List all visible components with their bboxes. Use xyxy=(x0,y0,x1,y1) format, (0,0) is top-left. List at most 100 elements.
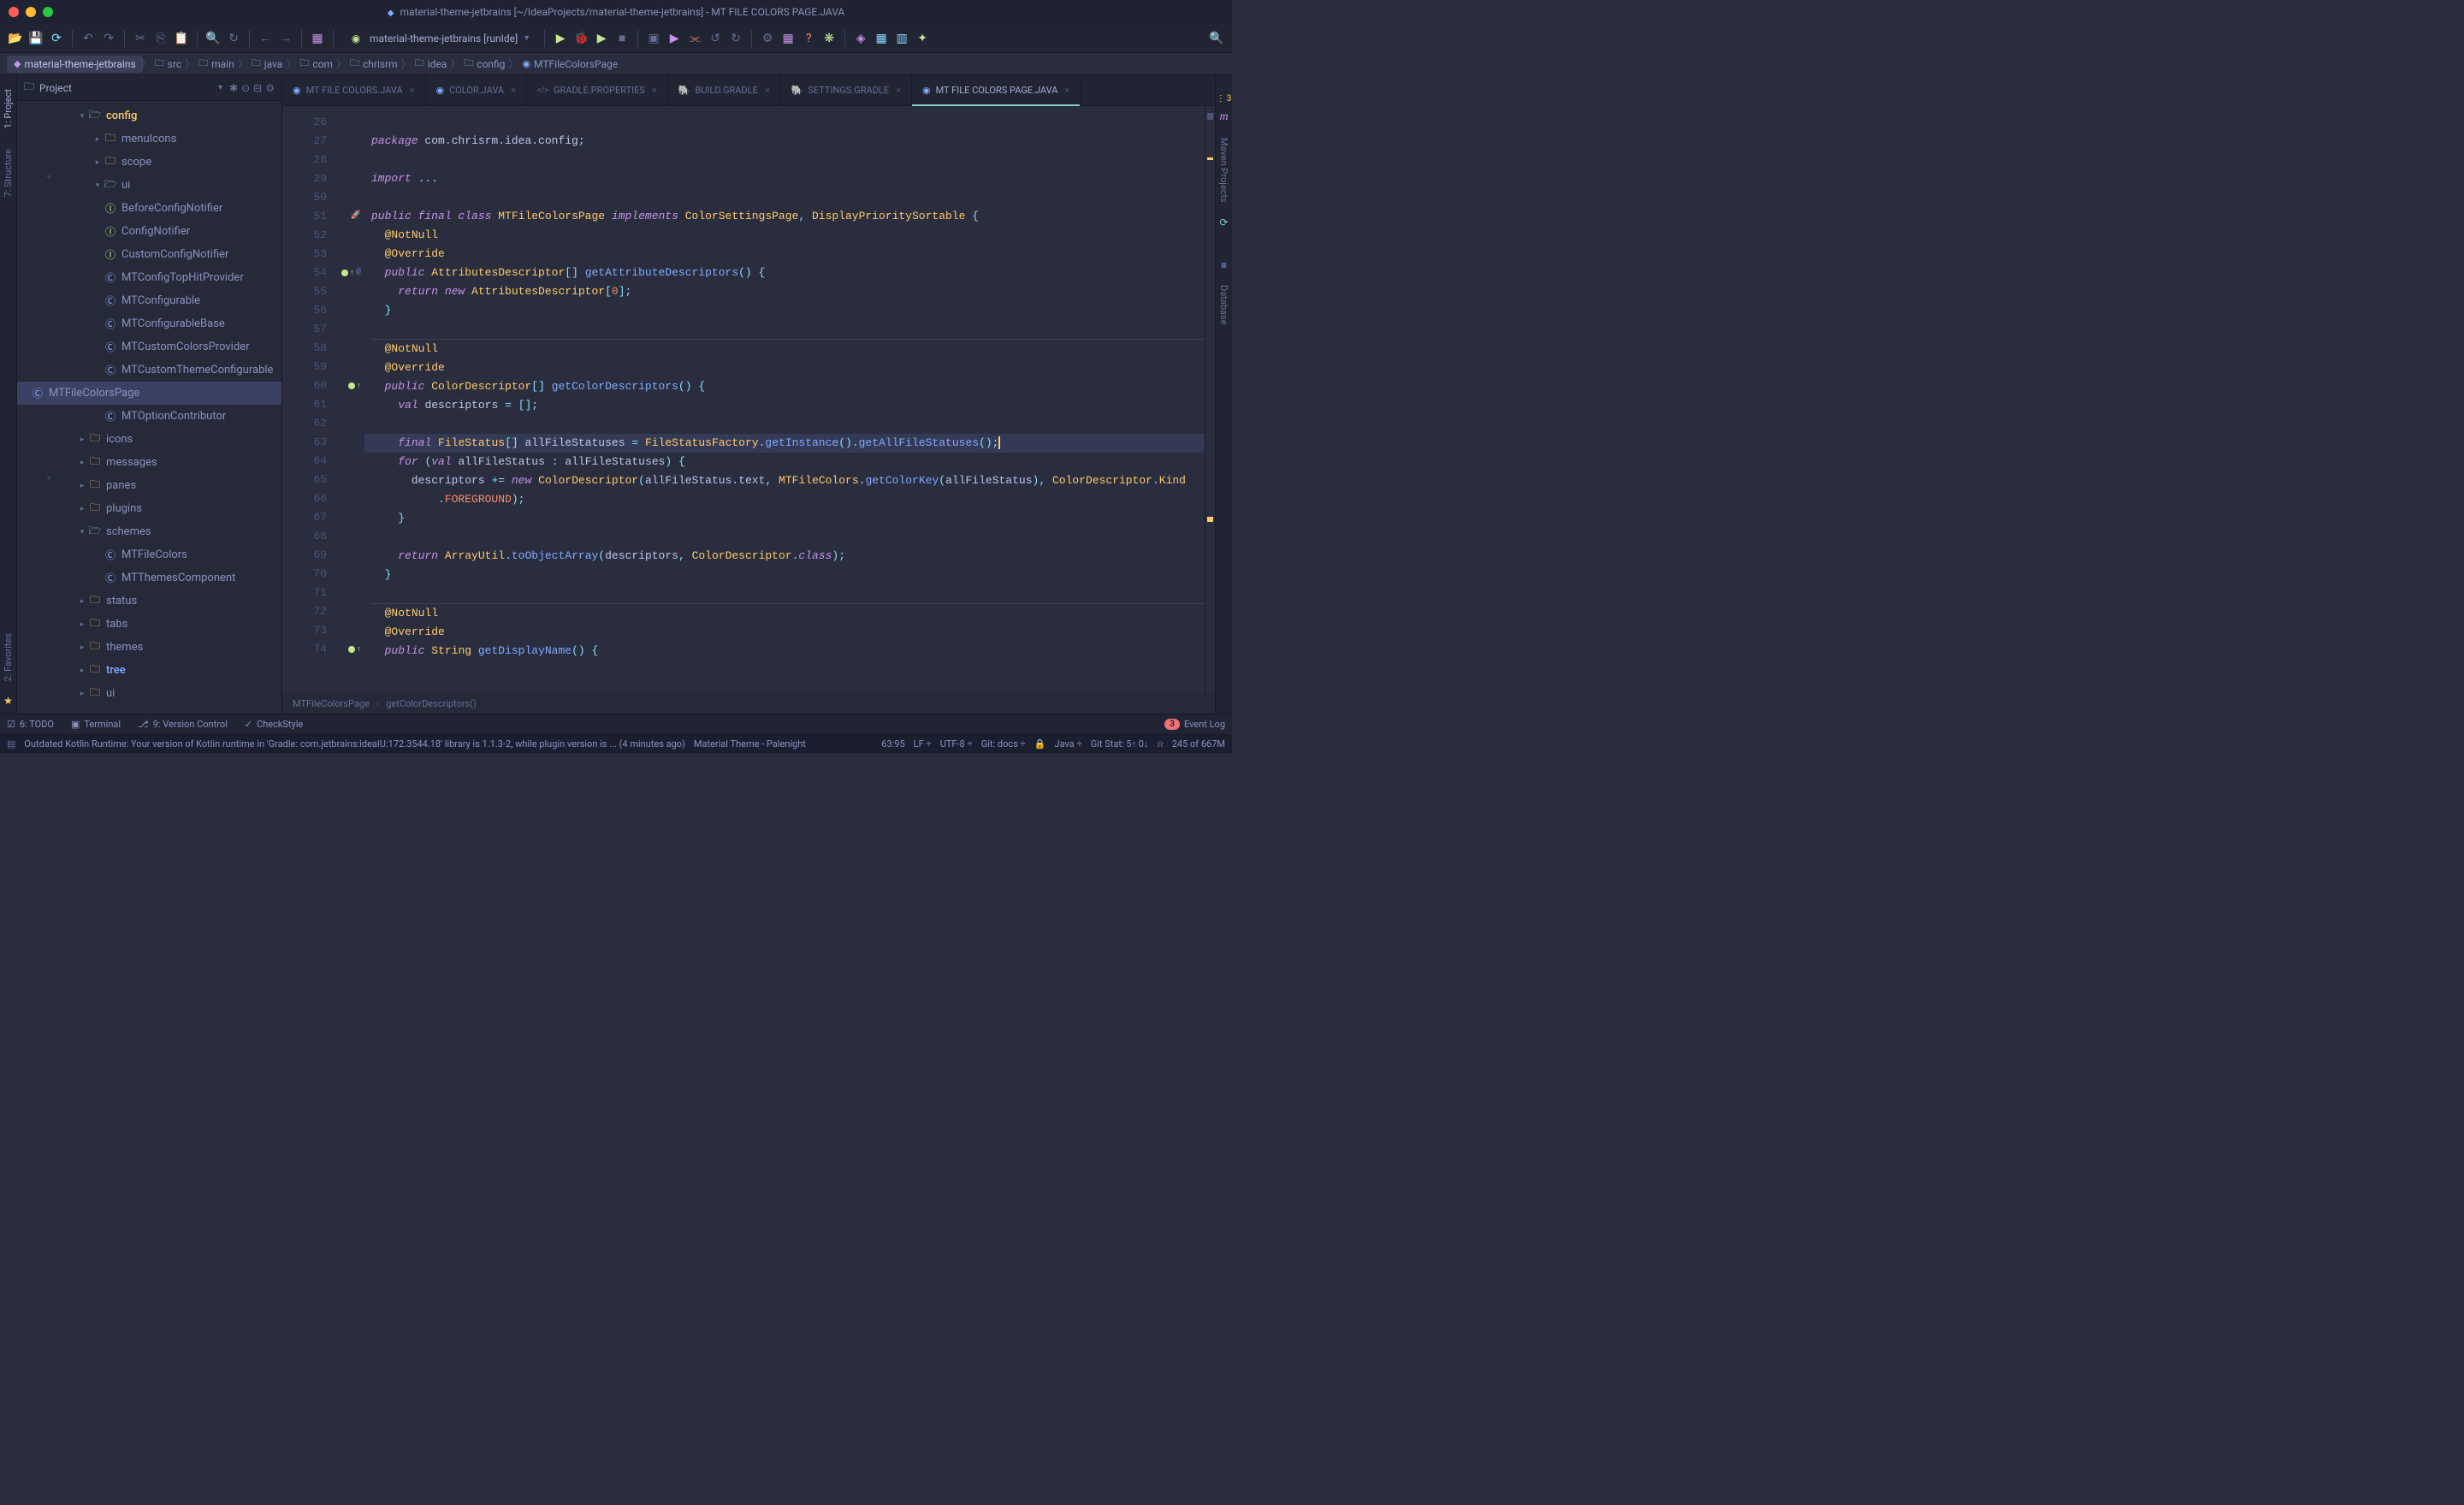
breadcrumb-item[interactable]: 🗀chrisrm xyxy=(345,54,403,74)
columns-icon[interactable]: ▥ xyxy=(893,30,910,47)
code-line[interactable]: } xyxy=(371,566,1205,584)
rail-structure[interactable]: 7: Structure xyxy=(3,142,14,204)
code-line[interactable] xyxy=(371,415,1205,434)
eb-item[interactable]: getColorDescriptors() xyxy=(386,698,477,709)
chevron-right-icon[interactable]: ▸ xyxy=(92,158,103,167)
tab-close-icon[interactable]: × xyxy=(652,85,657,96)
breadcrumb-item[interactable]: 🗀idea xyxy=(410,54,453,74)
tree-item[interactable]: ▸🗀messages xyxy=(17,451,281,474)
status-line-sep[interactable]: LF ÷ xyxy=(914,738,932,750)
profile-icon[interactable]: ▶ xyxy=(666,30,683,47)
project-tree[interactable]: ▾🗁config▸🗀menuIcons▸🗀scope▾🗁uiⒾBeforeCon… xyxy=(17,101,281,714)
code-line[interactable]: } xyxy=(371,301,1205,320)
editor-tab[interactable]: </>GRADLE.PROPERTIES× xyxy=(527,75,668,105)
code-line[interactable]: @Override xyxy=(371,358,1205,377)
tree-item[interactable]: ⒸMTConfigurableBase xyxy=(17,312,281,335)
tree-item[interactable]: ▸🗀scope xyxy=(17,151,281,174)
target-icon[interactable]: ⊙ xyxy=(241,82,250,94)
code-line[interactable]: public final class MTFileColorsPage impl… xyxy=(371,207,1205,226)
code-line[interactable]: return ArrayUtil.toObjectArray(descripto… xyxy=(371,547,1205,566)
tree-item[interactable]: ▸🗀themes xyxy=(17,636,281,659)
redo-icon[interactable]: ↷ xyxy=(100,30,117,47)
code-line[interactable]: for (val allFileStatus : allFileStatuses… xyxy=(371,453,1205,471)
chevron-right-icon[interactable]: ▸ xyxy=(77,505,87,513)
tree-item[interactable]: ⒸMTCustomThemeConfigurable xyxy=(17,358,281,382)
status-lock-icon[interactable]: 🔒 xyxy=(1034,738,1046,750)
bottom-tab[interactable]: ▣ Terminal xyxy=(71,719,121,730)
tree-item[interactable]: ▸🗀tree xyxy=(17,659,281,682)
code-line[interactable]: @NotNull xyxy=(371,226,1205,245)
code-line[interactable] xyxy=(371,528,1205,547)
code-line[interactable]: .FOREGROUND); xyxy=(371,490,1205,509)
tree-item[interactable]: ▾🗁ui xyxy=(17,174,281,197)
chevron-right-icon[interactable]: ▸ xyxy=(77,482,87,490)
code-line[interactable]: import ... xyxy=(371,169,1205,188)
code-line[interactable]: val descriptors = []; xyxy=(371,396,1205,415)
code-line[interactable] xyxy=(371,584,1205,603)
tree-item[interactable]: ⒸMTThemesComponent xyxy=(17,566,281,590)
rail-maven[interactable]: Maven Projects xyxy=(1218,131,1229,210)
status-position[interactable]: 63:95 xyxy=(881,738,904,750)
tab-close-icon[interactable]: × xyxy=(410,85,415,96)
code-line[interactable] xyxy=(371,320,1205,339)
status-theme[interactable]: Material Theme - Palenight xyxy=(694,738,806,750)
code-line[interactable]: @NotNull xyxy=(371,604,1205,623)
chevron-right-icon[interactable]: ▸ xyxy=(92,135,103,144)
tree-item[interactable]: ▸🗀tabs xyxy=(17,613,281,636)
gear-icon[interactable]: ❋ xyxy=(820,30,838,47)
tree-item[interactable]: ▾🗁config xyxy=(17,104,281,127)
code-line[interactable]: final FileStatus[] allFileStatuses = Fil… xyxy=(364,434,1205,453)
status-icon[interactable]: ▤ xyxy=(7,738,15,750)
code-line[interactable] xyxy=(371,113,1205,132)
copy-icon[interactable]: ⎘ xyxy=(152,30,169,47)
code-line[interactable]: public AttributesDescriptor[] getAttribu… xyxy=(371,264,1205,282)
tree-item[interactable]: ▸🗀ui xyxy=(17,682,281,705)
tree-item[interactable]: ▾🗁schemes xyxy=(17,520,281,543)
chevron-down-icon[interactable]: ▾ xyxy=(77,112,87,121)
tree-item[interactable]: ⒸMTConfigurable xyxy=(17,289,281,312)
bottom-tab[interactable]: ⎇ 9: Version Control xyxy=(138,719,228,730)
tab-close-icon[interactable]: × xyxy=(1064,85,1069,96)
replace-icon[interactable]: ↻ xyxy=(225,30,242,47)
history-icon[interactable]: ↺ xyxy=(707,30,724,47)
tree-item[interactable]: ▸🗀icons xyxy=(17,428,281,451)
editor-tab[interactable]: 🐘SETTINGS.GRADLE× xyxy=(781,75,912,105)
run-target-icon[interactable]: ▣ xyxy=(645,30,662,47)
chevron-right-icon[interactable]: ▸ xyxy=(77,597,87,606)
rail-project[interactable]: 1: Project xyxy=(3,82,14,135)
tree-item[interactable]: ⒸMTFileColorsPage xyxy=(17,382,281,405)
panel-title[interactable]: Project xyxy=(39,82,211,94)
code-line[interactable]: @Override xyxy=(371,245,1205,264)
rail-favorites[interactable]: 2: Favorites xyxy=(3,626,14,688)
chevron-down-icon[interactable]: ▾ xyxy=(77,528,87,536)
find-icon[interactable]: 🔍 xyxy=(204,30,222,47)
debug-icon[interactable]: 🐞 xyxy=(572,30,589,47)
tab-close-icon[interactable]: × xyxy=(896,85,901,96)
code-line[interactable]: return new AttributesDescriptor[0]; xyxy=(371,282,1205,301)
settings-icon[interactable]: ⚙ xyxy=(759,30,776,47)
breadcrumb-item[interactable]: 🗀config xyxy=(459,54,510,74)
chevron-right-icon[interactable]: ▸ xyxy=(77,667,87,675)
chevron-right-icon[interactable]: ▸ xyxy=(77,643,87,652)
editor-tab[interactable]: ◉MT FILE COLORS PAGE.JAVA× xyxy=(912,75,1081,105)
code-line[interactable]: public String getDisplayName() { xyxy=(371,642,1205,661)
editor-tab[interactable]: ◉MT FILE COLORS.JAVA× xyxy=(282,75,426,105)
chevron-right-icon[interactable]: ▸ xyxy=(77,459,87,467)
window-close-button[interactable] xyxy=(9,7,19,17)
status-encoding[interactable]: UTF-8 ÷ xyxy=(940,738,973,750)
code-line[interactable] xyxy=(371,151,1205,169)
plugin-icon[interactable]: ✦ xyxy=(914,30,931,47)
tab-close-icon[interactable]: × xyxy=(765,85,770,96)
tree-item[interactable]: ⒸMTCustomColorsProvider xyxy=(17,335,281,358)
tree-item[interactable]: ⒾCustomConfigNotifier xyxy=(17,243,281,266)
grid-icon[interactable]: ▦ xyxy=(309,30,326,47)
sort-icon[interactable]: ✱ xyxy=(229,82,238,94)
code-line[interactable]: } xyxy=(371,509,1205,528)
code-line[interactable]: package com.chrisrm.idea.config; xyxy=(371,132,1205,151)
code-content[interactable]: package com.chrisrm.idea.config; import … xyxy=(364,106,1205,693)
undo-icon[interactable]: ↶ xyxy=(80,30,97,47)
error-stripe[interactable] xyxy=(1205,106,1215,693)
editor-tab[interactable]: ◉COLOR.JAVA× xyxy=(426,75,527,105)
refresh-icon[interactable]: ⟳ xyxy=(1219,216,1228,228)
event-log-tab[interactable]: 3 Event Log xyxy=(1164,719,1225,730)
